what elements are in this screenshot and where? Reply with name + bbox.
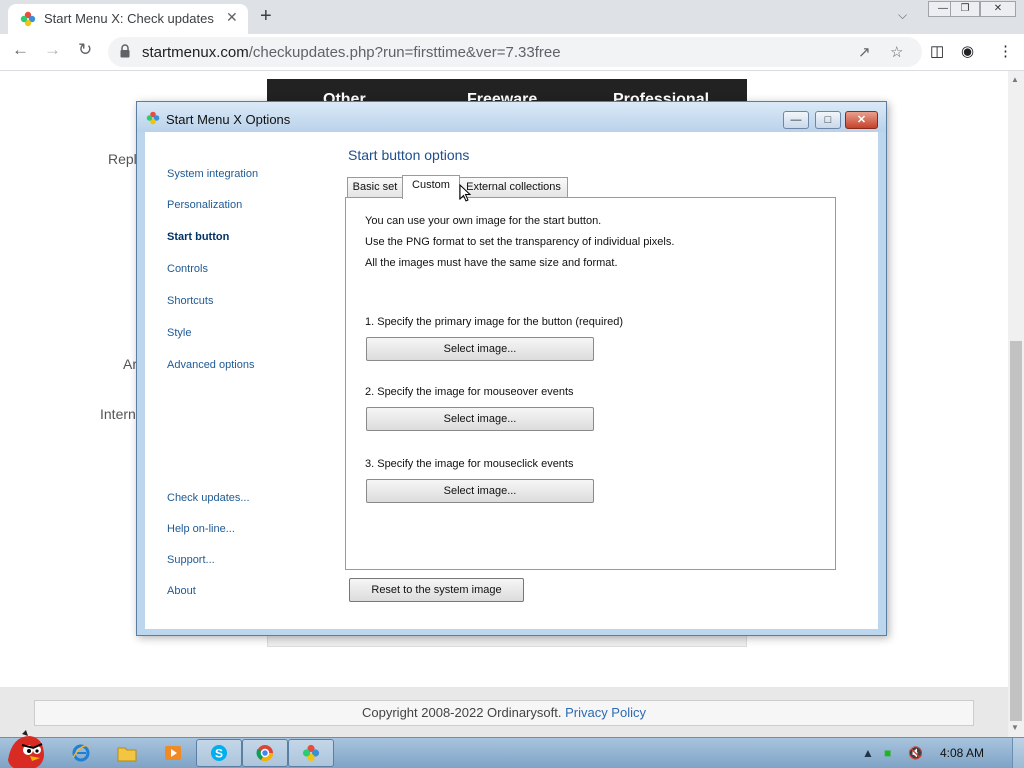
dialog-titlebar[interactable]: Start Menu X Options — □ ✕ [137,102,886,132]
browser-toolbar: ← → ↻ startmenux.com/checkupdates.php?ru… [0,34,1024,71]
dialog-title: Start Menu X Options [166,112,291,127]
copyright-text: Copyright 2008-2022 Ordinarysoft. [362,705,562,720]
network-status-icon[interactable]: ■ [884,746,891,760]
intro-text: You can use your own image for the start… [365,215,602,227]
tray-expand-arrow-icon[interactable]: ▲ [862,746,874,760]
page-text-fragment: Intern [100,406,136,422]
scroll-up-icon[interactable]: ▲ [1011,75,1019,84]
media-player-icon [165,746,181,760]
url-text: startmenux.com/checkupdates.php?run=firs… [142,44,561,61]
reload-icon[interactable]: ↻ [78,40,92,60]
window-close-button[interactable]: ✕ [980,1,1016,17]
nav-help-online[interactable]: Help on-line... [167,523,235,535]
dialog-close-button[interactable]: ✕ [845,111,878,129]
windows-taskbar: S ▲ ■ 🔇 4:08 AM [0,730,1024,768]
lock-icon [120,44,130,58]
select-primary-image-button[interactable]: Select image... [366,337,594,361]
dialog-body: System integration Personalization Start… [145,132,878,629]
nav-personalization[interactable]: Personalization [167,199,242,211]
primary-image-label: 1. Specify the primary image for the but… [365,316,624,328]
volume-muted-icon[interactable]: 🔇 [908,746,923,760]
tab-custom[interactable]: Custom [402,175,460,199]
taskbar-start-menu-x[interactable] [288,739,334,767]
chrome-icon [256,745,274,762]
nav-system-integration[interactable]: System integration [167,168,258,180]
window-restore-button[interactable]: ❐ [950,1,980,17]
nav-shortcuts[interactable]: Shortcuts [167,295,213,307]
page-scrollbar[interactable]: ▲ ▼ [1008,71,1024,737]
show-desktop-button[interactable] [1012,738,1024,768]
select-mouseclick-image-button[interactable]: Select image... [366,479,594,503]
share-icon[interactable]: ↗ [858,43,871,61]
internet-explorer-icon [72,744,91,762]
select-mouseover-image-button[interactable]: Select image... [366,407,594,431]
back-arrow-icon[interactable]: ← [12,40,29,60]
start-menu-x-icon [302,744,320,762]
nav-about[interactable]: About [167,585,196,597]
tab-external-collections[interactable]: External collections [459,177,568,198]
menu-kebab-icon[interactable]: ⋮ [998,42,1013,60]
scroll-down-icon[interactable]: ▼ [1011,723,1019,732]
privacy-policy-link[interactable]: Privacy Policy [565,705,646,720]
svg-text:S: S [215,747,223,761]
section-title: Start button options [348,147,470,163]
start-button-angry-bird-icon[interactable] [4,730,48,768]
skype-icon: S [211,745,227,761]
nav-style[interactable]: Style [167,327,191,339]
side-panel-icon[interactable]: ◫ [930,42,944,60]
taskbar-chrome[interactable] [242,739,288,767]
mouseover-image-label: 2. Specify the image for mouseover event… [365,386,574,398]
profile-avatar-icon[interactable]: ◉ [961,42,974,60]
page-footer: Copyright 2008-2022 Ordinarysoft. Privac… [0,687,1008,737]
page-text-fragment: Ar [123,356,137,372]
address-bar[interactable]: startmenux.com/checkupdates.php?run=firs… [108,37,922,67]
mouseclick-image-label: 3. Specify the image for mouseclick even… [365,458,574,470]
nav-support[interactable]: Support... [167,554,215,566]
dialog-minimize-button[interactable]: — [783,111,809,129]
taskbar-media-player[interactable] [150,739,196,767]
intro-text: All the images must have the same size a… [365,257,618,269]
page-text-fragment: Repl [108,151,137,167]
reset-system-image-button[interactable]: Reset to the system image [349,578,524,602]
mouse-cursor-icon [459,184,471,202]
taskbar-clock[interactable]: 4:08 AM [940,746,984,760]
folder-icon [117,747,137,762]
nav-controls[interactable]: Controls [167,263,208,275]
startmenux-app-icon [146,111,160,125]
copyright-bar: Copyright 2008-2022 Ordinarysoft. Privac… [34,700,974,726]
tab-title: Start Menu X: Check updates [44,11,214,26]
taskbar-skype[interactable]: S [196,739,242,767]
startmenux-favicon-icon [20,11,36,27]
nav-advanced-options[interactable]: Advanced options [167,359,254,371]
custom-tab-panel: You can use your own image for the start… [345,197,836,570]
intro-text: Use the PNG format to set the transparen… [365,236,675,248]
tab-basic-set[interactable]: Basic set [347,177,403,198]
bookmark-star-icon[interactable]: ☆ [890,43,903,61]
taskbar-explorer[interactable] [104,739,150,767]
browser-tab[interactable]: Start Menu X: Check updates ✕ [8,4,248,34]
scroll-thumb[interactable] [1010,341,1022,721]
browser-tabstrip: Start Menu X: Check updates ✕ + ⌵ — ❐ ✕ [0,0,1024,34]
options-dialog: Start Menu X Options — □ ✕ System integr… [136,101,887,636]
tab-close-icon[interactable]: ✕ [226,9,238,26]
dialog-maximize-button[interactable]: □ [815,111,841,129]
forward-arrow-icon[interactable]: → [44,40,61,60]
nav-start-button[interactable]: Start button [167,231,229,243]
new-tab-button[interactable]: + [260,5,272,28]
tab-search-chevron-icon[interactable]: ⌵ [898,8,907,23]
taskbar-internet-explorer[interactable] [58,739,104,767]
nav-check-updates[interactable]: Check updates... [167,492,250,504]
